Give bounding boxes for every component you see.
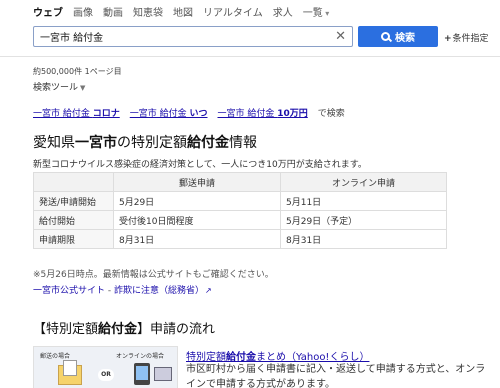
benefit-table: 郵送申請 オンライン申請 発送/申請開始 5月29日 5月11日 給付開始 受付… <box>33 172 447 249</box>
yahoo-kurashi-link[interactable]: 特別定額給付金まとめ（Yahoo!くらし） <box>186 348 369 363</box>
search-input[interactable]: 一宮市 給付金 ✕ <box>33 26 353 47</box>
related-base: 一宮市 給付金 <box>33 109 93 119</box>
table-cell: 5月29日（予定） <box>280 210 447 230</box>
search-icon <box>381 32 390 41</box>
table-cell: 5月11日 <box>280 191 447 211</box>
thumb-or: OR <box>98 369 114 381</box>
tab-jobs[interactable]: 求人 <box>273 4 293 19</box>
table-cell: 8月31日 <box>280 229 447 249</box>
result-page-number: 1ページ目 <box>84 67 122 76</box>
tab-images[interactable]: 画像 <box>73 4 93 19</box>
related-search-link[interactable]: 一宮市 給付金 コロナ <box>33 106 120 119</box>
computer-icon <box>154 367 172 381</box>
result-snippet: 市区町村から届く申請書に記入・返送して申請する方式と、オンラインで申請する方式が… <box>186 364 486 388</box>
external-link-icon: ↗ <box>205 286 212 295</box>
table-cell: 受付後10日間程度 <box>113 210 281 230</box>
section-title-part: 【特別定額 <box>33 322 99 337</box>
related-base: 一宮市 給付金 <box>129 109 190 119</box>
table-row-label: 申請期限 <box>33 229 114 249</box>
tab-realtime[interactable]: リアルタイム <box>203 4 263 19</box>
result-count-number: 約500,000件 <box>33 67 83 76</box>
section-title-bold: 給付金 <box>98 322 138 337</box>
tab-web[interactable]: ウェブ <box>33 4 63 19</box>
search-button[interactable]: 検索 <box>358 26 438 47</box>
tab-chiebukuro[interactable]: 知恵袋 <box>133 4 163 19</box>
tab-video[interactable]: 動画 <box>103 4 123 19</box>
table-row: 給付開始 受付後10日間程度 5月29日（予定） <box>33 210 447 230</box>
table-header-row: 郵送申請 オンライン申請 <box>33 172 447 192</box>
conditions-link[interactable]: +条件指定 <box>444 31 489 44</box>
card-sources: 一宮市公式サイト - 詐欺に注意（総務省）↗ <box>33 283 212 296</box>
table-row: 発送/申請開始 5月29日 5月11日 <box>33 191 447 211</box>
related-extra: コロナ <box>92 109 120 119</box>
card-title-part: 情報 <box>229 135 257 151</box>
plus-icon: + <box>444 34 452 44</box>
related-suffix: で検索 <box>317 109 345 119</box>
search-tools-label: 検索ツール <box>33 83 79 93</box>
result-count: 約500,000件 1ページ目 <box>33 66 122 77</box>
thumb-label-mail: 郵送の場合 <box>40 353 71 360</box>
tab-more[interactable]: 一覧 <box>303 4 330 19</box>
chevron-down-icon: ▼ <box>80 84 86 92</box>
table-header: 郵送申請 <box>113 172 281 192</box>
header-divider <box>0 56 500 57</box>
card-title-part: の特別定額 <box>117 135 187 151</box>
table-row: 申請期限 8月31日 8月31日 <box>33 229 447 249</box>
table-cell: 5月29日 <box>113 191 281 211</box>
official-site-link[interactable]: 一宮市公式サイト <box>33 286 105 296</box>
table-cell: 8月31日 <box>113 229 281 249</box>
card-note: ※5月26日時点。最新情報は公式サイトもご確認ください。 <box>33 270 274 280</box>
search-tools[interactable]: 検索ツール ▼ <box>33 80 85 93</box>
clear-icon[interactable]: ✕ <box>335 29 346 44</box>
smartphone-icon <box>134 363 150 385</box>
top-nav: ウェブ 画像 動画 知恵袋 地図 リアルタイム 求人 一覧 <box>33 4 329 19</box>
card-title-bold: 給付金 <box>187 135 229 151</box>
table-header: オンライン申請 <box>280 172 447 192</box>
envelope-icon <box>58 360 82 385</box>
section-title-part: 】申請の流れ <box>137 322 216 337</box>
card-title-bold: 一宮市 <box>75 135 117 151</box>
table-row-label: 発送/申請開始 <box>33 191 114 211</box>
related-search-link[interactable]: 一宮市 給付金 10万円 <box>218 106 308 119</box>
search-query: 一宮市 給付金 <box>40 33 104 44</box>
search-button-label: 検索 <box>395 33 415 44</box>
application-flow-thumbnail[interactable]: 郵送の場合 オンラインの場合 OR <box>33 346 178 388</box>
section-title: 【特別定額給付金】申請の流れ <box>33 318 215 337</box>
card-title-part: 愛知県 <box>33 135 75 151</box>
related-extra: いつ <box>189 109 208 119</box>
tab-map[interactable]: 地図 <box>173 4 193 19</box>
card-description: 新型コロナウイルス感染症の経済対策として、一人につき10万円が支給されます。 <box>33 160 367 170</box>
table-header <box>33 172 114 192</box>
fraud-warning-link[interactable]: 詐欺に注意（総務省） <box>114 286 204 296</box>
thumb-label-online: オンラインの場合 <box>116 353 165 360</box>
card-title: 愛知県一宮市の特別定額給付金情報 <box>33 132 257 152</box>
related-base: 一宮市 給付金 <box>217 109 278 119</box>
related-search-link[interactable]: 一宮市 給付金 いつ <box>130 106 208 119</box>
related-searches: 一宮市 給付金 コロナ 一宮市 給付金 いつ 一宮市 給付金 10万円 で検索 <box>33 106 345 119</box>
conditions-label: 条件指定 <box>452 34 489 44</box>
source-separator: - <box>105 286 114 296</box>
related-extra: 10万円 <box>277 109 308 119</box>
table-row-label: 給付開始 <box>33 210 114 230</box>
